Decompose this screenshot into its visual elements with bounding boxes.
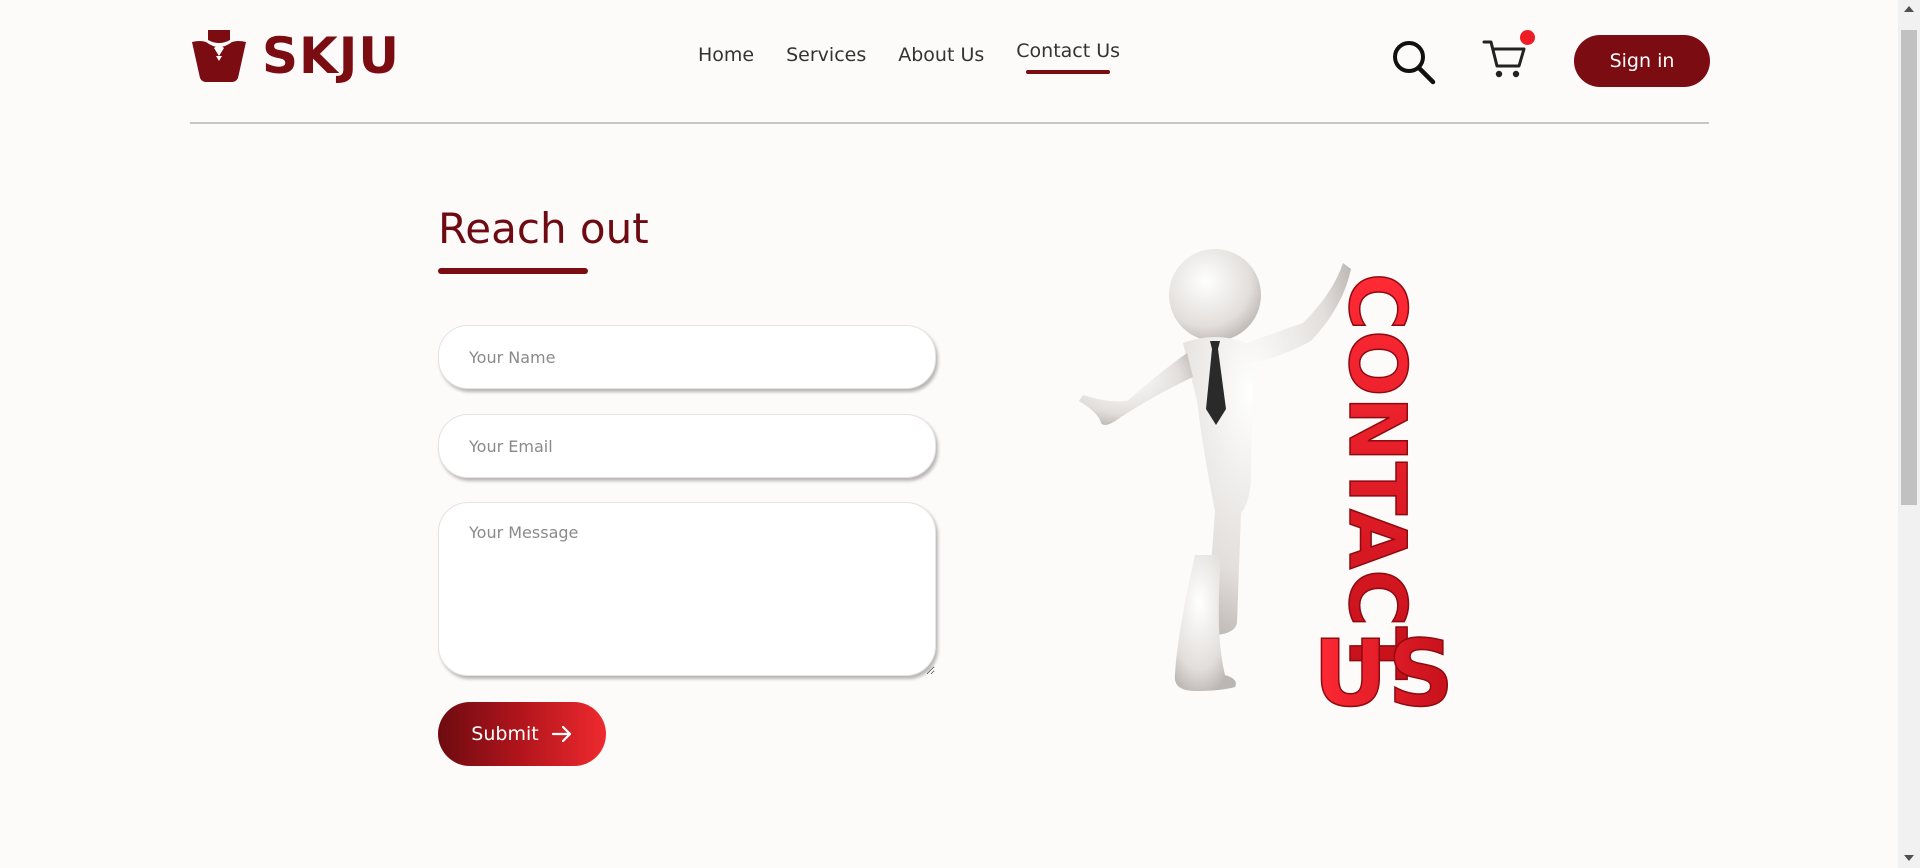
nav-home[interactable]: Home	[698, 44, 754, 66]
name-field[interactable]	[438, 325, 936, 389]
cart-badge	[1520, 30, 1535, 45]
main-nav: Home Services About Us Contact Us	[698, 40, 1120, 74]
jewelry-logo-icon	[192, 30, 246, 82]
arrow-right-icon	[551, 725, 571, 743]
nav-contact-us[interactable]: Contact Us	[1016, 40, 1120, 74]
email-field[interactable]	[438, 414, 936, 478]
page-title: Reach out	[438, 204, 649, 253]
scroll-down-arrow-icon[interactable]	[1904, 855, 1914, 861]
sign-in-button[interactable]: Sign in	[1574, 35, 1710, 87]
submit-button[interactable]: Submit	[438, 702, 606, 766]
vertical-scrollbar[interactable]	[1898, 0, 1920, 868]
us-word: US	[1313, 620, 1454, 727]
contact-word: CONTACT	[1331, 273, 1421, 680]
submit-label: Submit	[471, 723, 539, 745]
nav-services[interactable]: Services	[786, 44, 866, 66]
scroll-up-arrow-icon[interactable]	[1904, 6, 1914, 12]
message-field[interactable]	[438, 502, 936, 676]
logo[interactable]: SKJU	[190, 26, 400, 86]
title-underline	[438, 268, 588, 274]
cart-icon[interactable]	[1482, 36, 1528, 82]
scroll-thumb[interactable]	[1901, 30, 1917, 505]
logo-text: SKJU	[262, 27, 400, 85]
page: SKJU Home Services About Us Contact Us S…	[0, 0, 1898, 868]
search-icon[interactable]	[1390, 38, 1438, 86]
contact-us-illustration: CONTACT US	[1079, 249, 1455, 728]
nav-about-us[interactable]: About Us	[898, 44, 984, 66]
contact-us-letters: CONTACT US	[1312, 272, 1454, 728]
site-header: SKJU Home Services About Us Contact Us S…	[190, 0, 1710, 124]
stick-figure	[1079, 249, 1351, 691]
